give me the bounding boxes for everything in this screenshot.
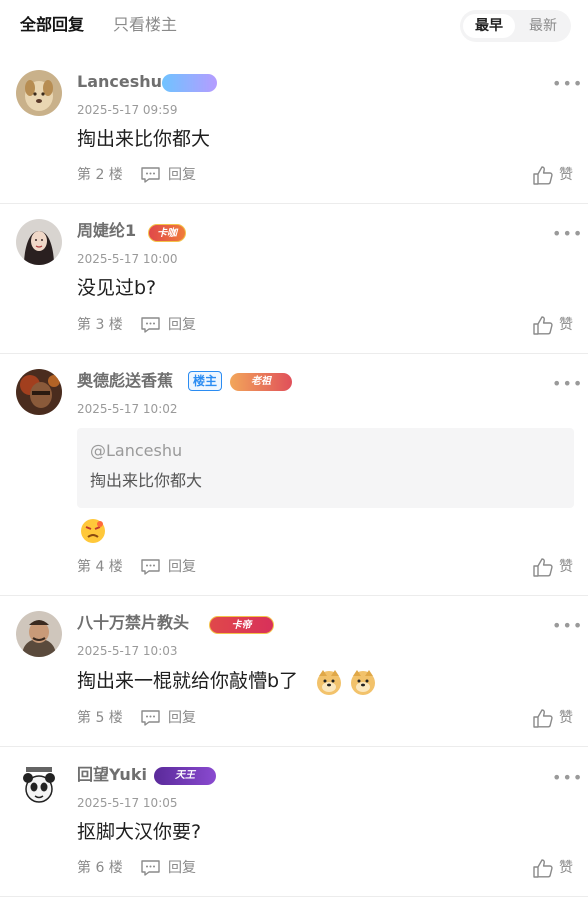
reply-label: 回复: [168, 710, 196, 726]
avatar[interactable]: [16, 369, 62, 415]
level-badge: 卡帝: [209, 616, 274, 634]
thumbs-up-icon: [533, 709, 553, 728]
thumbs-up-icon: [533, 316, 553, 335]
doge-emoji-icon: [351, 670, 375, 695]
post-content: 掏出来比你都大: [77, 128, 211, 150]
comment-icon: [141, 860, 160, 876]
floor-number: 第 6 楼: [77, 860, 123, 876]
reply-label: 回复: [168, 860, 196, 876]
like-label: 赞: [559, 317, 573, 333]
comment-icon: [141, 559, 160, 575]
post-content: 抠脚大汉你要?: [77, 821, 202, 843]
level-badge: [162, 74, 217, 92]
more-options-icon[interactable]: •••: [552, 770, 583, 786]
thumbs-up-icon: [533, 166, 553, 185]
like-label: 赞: [559, 860, 573, 876]
top-bar: 全部回复 只看楼主 最早 最新: [0, 0, 588, 52]
quoted-reply[interactable]: @Lanceshu 掏出来比你都大: [77, 428, 574, 508]
sort-toggle: 最早 最新: [460, 10, 571, 42]
floor-number: 第 3 楼: [77, 317, 123, 333]
level-badge: 老祖: [230, 373, 292, 391]
quoted-text: 掏出来比你都大: [90, 471, 203, 490]
post-time: 2025-5-17 10:03: [77, 644, 178, 658]
thumbs-up-icon: [533, 558, 553, 577]
avatar[interactable]: [16, 763, 62, 809]
avatar[interactable]: [16, 70, 62, 116]
reply-label: 回复: [168, 317, 196, 333]
comment-icon: [141, 317, 160, 333]
divider: [0, 595, 588, 596]
sort-earliest-button[interactable]: 最早: [463, 14, 515, 38]
op-badge: 楼主: [188, 371, 223, 391]
username[interactable]: Lanceshu: [77, 71, 162, 93]
post-time: 2025-5-17 10:02: [77, 402, 178, 416]
tab-all-replies[interactable]: 全部回复: [20, 14, 84, 36]
level-badge: 天王: [154, 767, 216, 785]
avatar[interactable]: [16, 219, 62, 265]
like-label: 赞: [559, 559, 573, 575]
post-time: 2025-5-17 09:59: [77, 103, 178, 117]
like-label: 赞: [559, 167, 573, 183]
level-badge: 卡咖: [148, 224, 186, 242]
avatar[interactable]: [16, 611, 62, 657]
comment-icon: [141, 710, 160, 726]
sort-latest-button[interactable]: 最新: [518, 14, 568, 38]
angry-face-emoji-icon: [81, 519, 105, 543]
more-options-icon[interactable]: •••: [552, 376, 583, 392]
divider: [0, 896, 588, 897]
thumbs-up-icon: [533, 859, 553, 878]
more-options-icon[interactable]: •••: [552, 618, 583, 634]
reply-label: 回复: [168, 559, 196, 575]
divider: [0, 746, 588, 747]
post-content: 掏出来一棍就给你敲懵b了: [77, 670, 299, 692]
post-content: 没见过b?: [77, 277, 157, 299]
more-options-icon[interactable]: •••: [552, 76, 583, 92]
floor-number: 第 4 楼: [77, 559, 123, 575]
divider: [0, 203, 588, 204]
username[interactable]: 八十万禁片教头: [77, 612, 189, 634]
floor-number: 第 5 楼: [77, 710, 123, 726]
more-options-icon[interactable]: •••: [552, 226, 583, 242]
post-time: 2025-5-17 10:00: [77, 252, 178, 266]
divider: [0, 353, 588, 354]
username[interactable]: 回望Yuki: [77, 764, 147, 786]
doge-emoji-icon: [317, 670, 341, 695]
username[interactable]: 周婕纶1: [77, 220, 136, 242]
post-time: 2025-5-17 10:05: [77, 796, 178, 810]
comment-icon: [141, 167, 160, 183]
tab-only-op[interactable]: 只看楼主: [113, 14, 177, 36]
username[interactable]: 奥德彪送香蕉: [77, 370, 173, 392]
quoted-username[interactable]: @Lanceshu: [90, 440, 182, 462]
reply-label: 回复: [168, 167, 196, 183]
floor-number: 第 2 楼: [77, 167, 123, 183]
like-label: 赞: [559, 710, 573, 726]
